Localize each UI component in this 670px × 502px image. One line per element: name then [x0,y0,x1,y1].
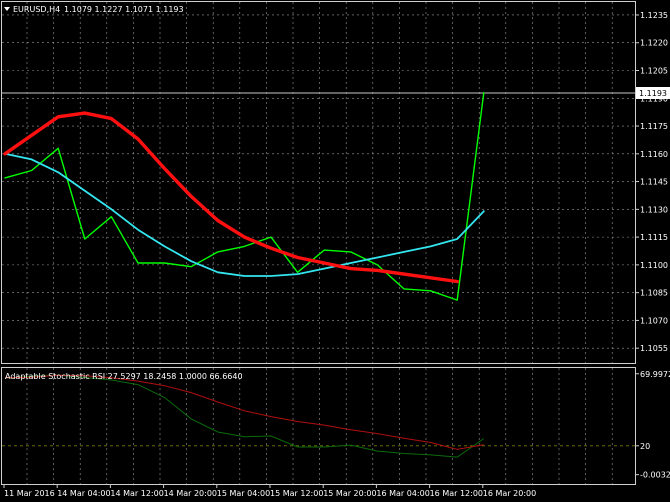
time-tick-label: 16 Mar 12:00 [430,489,483,498]
time-tick-label: 15 Mar 12:00 [270,489,323,498]
indicator-tick-label: 69.9972 [640,370,670,379]
indicator-title: Adaptable Stochastic RSI 27.5297 18.2458… [5,372,243,381]
time-tick-label: 15 Mar 20:00 [323,489,376,498]
price-tick-label: 1.1130 [640,205,668,214]
main-chart-header: EURUSD,H4 1.1079 1.1227 1.1071 1.1193 [4,5,184,14]
ohlc-values: 1.1079 1.1227 1.1071 1.1193 [64,5,184,14]
price-tick-label: 1.1235 [640,11,668,20]
current-price-value: 1.1193 [639,89,667,98]
indicator-tick-label: 20 [640,442,650,451]
symbol-label: EURUSD,H4 [13,5,60,14]
price-tick-label: 1.1115 [640,233,668,242]
price-tick-label: 1.1175 [640,122,668,131]
time-tick-label: 16 Mar 04:00 [376,489,429,498]
time-tick-label: 16 Mar 20:00 [483,489,536,498]
time-tick-label: 14 Mar 04:00 [57,489,110,498]
time-tick-label: 14 Mar 12:00 [110,489,163,498]
price-tick-label: 1.1160 [640,150,668,159]
price-tick-label: 1.1220 [640,39,668,48]
price-tick-label: 1.1100 [640,261,668,270]
price-tick-label: 1.1205 [640,66,668,75]
time-tick-label: 14 Mar 20:00 [164,489,217,498]
trading-chart-window[interactable]: 1.12351.12201.12051.11901.11751.11601.11… [0,0,670,502]
time-tick-label: 15 Mar 04:00 [217,489,270,498]
price-tick-label: 1.1055 [640,344,668,353]
price-tick-label: 1.1085 [640,289,668,298]
price-tick-label: 1.1070 [640,316,668,325]
time-tick-label: 11 Mar 2016 [4,489,55,498]
current-price-marker: 1.1193 [636,87,670,99]
price-tick-label: 1.1145 [640,178,668,187]
indicator-tick-label: -0.0032 [640,471,670,480]
